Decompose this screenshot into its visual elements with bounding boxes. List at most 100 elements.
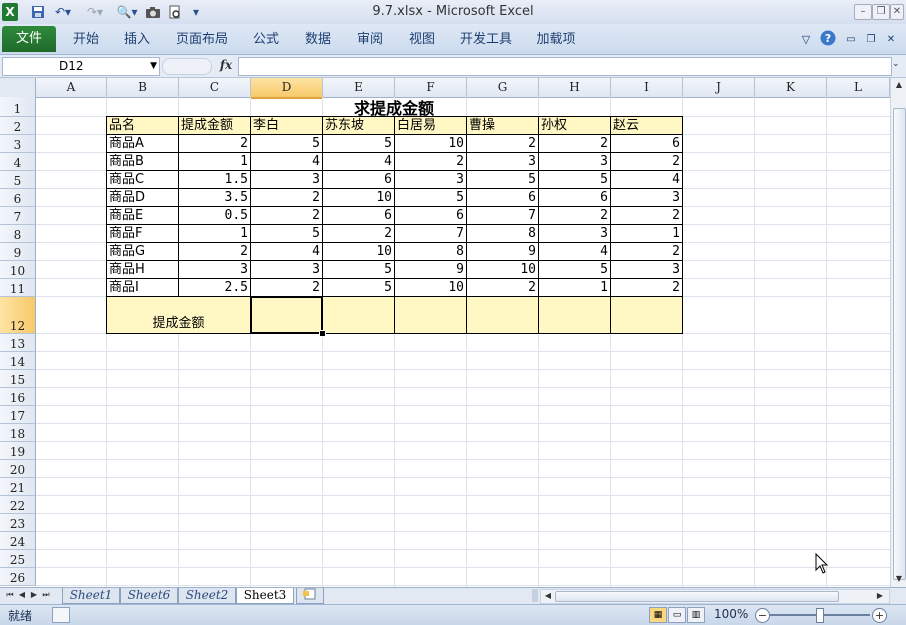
formula-bar-splitter[interactable] — [162, 58, 212, 75]
data-cell-g8[interactable]: 8 — [467, 225, 539, 243]
column-header-k[interactable]: K — [755, 78, 827, 98]
total-cell-f12[interactable] — [395, 297, 467, 334]
total-cell-i12[interactable] — [611, 297, 683, 334]
workbook-restore-button[interactable]: ❐ — [864, 30, 878, 50]
tab-home[interactable]: 开始 — [70, 30, 102, 50]
tab-page-layout[interactable]: 页面布局 — [174, 30, 230, 50]
column-header-g[interactable]: G — [467, 78, 539, 98]
data-cell-c4[interactable]: 1 — [179, 153, 251, 171]
data-cell-c6[interactable]: 3.5 — [179, 189, 251, 207]
column-header-i[interactable]: I — [611, 78, 683, 98]
column-header-l[interactable]: L — [827, 78, 890, 98]
data-cell-h5[interactable]: 5 — [539, 171, 611, 189]
data-cell-g5[interactable]: 5 — [467, 171, 539, 189]
name-box-dropdown-icon[interactable]: ▼ — [150, 58, 157, 75]
column-header-d[interactable]: D — [251, 78, 323, 99]
formula-input[interactable] — [238, 57, 892, 76]
column-header-f[interactable]: F — [395, 78, 467, 98]
row-header-25[interactable]: 25 — [0, 550, 36, 568]
data-cell-e5[interactable]: 6 — [323, 171, 395, 189]
data-cell-g10[interactable]: 10 — [467, 261, 539, 279]
data-cell-e4[interactable]: 4 — [323, 153, 395, 171]
column-header-b[interactable]: B — [107, 78, 179, 98]
zoom-in-icon[interactable]: + — [872, 608, 887, 623]
row-header-11[interactable]: 11 — [0, 279, 36, 297]
row-header-9[interactable]: 9 — [0, 243, 36, 261]
row-header-8[interactable]: 8 — [0, 225, 36, 243]
data-cell-d8[interactable]: 5 — [251, 225, 323, 243]
row-header-1[interactable]: 1 — [0, 97, 36, 117]
data-cell-b8[interactable]: 商品F — [106, 225, 179, 243]
data-cell-i11[interactable]: 2 — [611, 279, 683, 297]
data-cell-d11[interactable]: 2 — [251, 279, 323, 297]
scroll-right-icon[interactable]: ▶ — [873, 589, 887, 603]
row-header-2[interactable]: 2 — [0, 117, 36, 135]
expand-formula-bar-icon[interactable]: ⌄ — [892, 59, 900, 69]
scroll-up-icon[interactable]: ▲ — [892, 78, 906, 92]
minimize-button[interactable]: – — [854, 4, 872, 20]
active-cell-d12[interactable] — [250, 296, 323, 334]
row-header-23[interactable]: 23 — [0, 514, 36, 532]
data-cell-f9[interactable]: 8 — [395, 243, 467, 261]
column-header-e[interactable]: E — [323, 78, 395, 98]
data-cell-g3[interactable]: 2 — [467, 135, 539, 153]
total-cell-e12[interactable] — [323, 297, 395, 334]
sheet-tab-sheet6[interactable]: Sheet6 — [120, 588, 178, 604]
data-cell-c11[interactable]: 2.5 — [179, 279, 251, 297]
data-cell-i5[interactable]: 4 — [611, 171, 683, 189]
horizontal-scrollbar[interactable]: ◀ ▶ — [540, 589, 890, 604]
data-cell-g9[interactable]: 9 — [467, 243, 539, 261]
total-cell-h12[interactable] — [539, 297, 611, 334]
row-header-13[interactable]: 13 — [0, 334, 36, 352]
data-cell-e10[interactable]: 5 — [323, 261, 395, 279]
data-cell-g6[interactable]: 6 — [467, 189, 539, 207]
sheet-tab-sheet2[interactable]: Sheet2 — [178, 588, 236, 604]
data-cell-g4[interactable]: 3 — [467, 153, 539, 171]
total-cell-g12[interactable] — [467, 297, 539, 334]
workbook-minimize-button[interactable]: ▭ — [844, 30, 858, 50]
tab-addins[interactable]: 加载项 — [534, 30, 578, 50]
data-cell-d3[interactable]: 5 — [251, 135, 323, 153]
data-cell-f10[interactable]: 9 — [395, 261, 467, 279]
data-cell-i3[interactable]: 6 — [611, 135, 683, 153]
row-header-26[interactable]: 26 — [0, 568, 36, 586]
data-cell-e8[interactable]: 2 — [323, 225, 395, 243]
header-cell-c[interactable]: 提成金额 — [179, 116, 251, 135]
row-header-10[interactable]: 10 — [0, 261, 36, 279]
row-header-18[interactable]: 18 — [0, 424, 36, 442]
data-cell-h6[interactable]: 6 — [539, 189, 611, 207]
workbook-close-button[interactable]: ✕ — [884, 30, 898, 50]
row-header-22[interactable]: 22 — [0, 496, 36, 514]
data-cell-b5[interactable]: 商品C — [106, 171, 179, 189]
data-cell-f11[interactable]: 10 — [395, 279, 467, 297]
data-cell-e11[interactable]: 5 — [323, 279, 395, 297]
data-cell-h11[interactable]: 1 — [539, 279, 611, 297]
data-cell-h4[interactable]: 3 — [539, 153, 611, 171]
row-header-3[interactable]: 3 — [0, 135, 36, 153]
tab-insert[interactable]: 插入 — [121, 30, 153, 50]
row-header-16[interactable]: 16 — [0, 388, 36, 406]
scroll-down-icon[interactable]: ▼ — [892, 572, 906, 586]
data-cell-b3[interactable]: 商品A — [106, 135, 179, 153]
page-break-view-icon[interactable]: ▥ — [687, 607, 705, 623]
data-cell-d5[interactable]: 3 — [251, 171, 323, 189]
data-cell-h9[interactable]: 4 — [539, 243, 611, 261]
data-cell-b6[interactable]: 商品D — [106, 189, 179, 207]
column-header-a[interactable]: A — [36, 78, 107, 98]
select-all-corner[interactable] — [0, 78, 36, 98]
tab-formulas[interactable]: 公式 — [250, 30, 282, 50]
row-header-21[interactable]: 21 — [0, 478, 36, 496]
data-cell-i10[interactable]: 3 — [611, 261, 683, 279]
row-header-7[interactable]: 7 — [0, 207, 36, 225]
header-cell-i[interactable]: 赵云 — [611, 116, 683, 135]
close-button[interactable]: ✕ — [890, 4, 904, 20]
header-cell-b[interactable]: 品名 — [106, 116, 179, 135]
data-cell-b7[interactable]: 商品E — [106, 207, 179, 225]
data-cell-g7[interactable]: 7 — [467, 207, 539, 225]
data-cell-i7[interactable]: 2 — [611, 207, 683, 225]
data-cell-b4[interactable]: 商品B — [106, 153, 179, 171]
data-cell-c10[interactable]: 3 — [179, 261, 251, 279]
vertical-scroll-thumb[interactable] — [893, 108, 906, 580]
restore-button[interactable]: ❐ — [872, 4, 890, 20]
column-header-j[interactable]: J — [683, 78, 755, 98]
